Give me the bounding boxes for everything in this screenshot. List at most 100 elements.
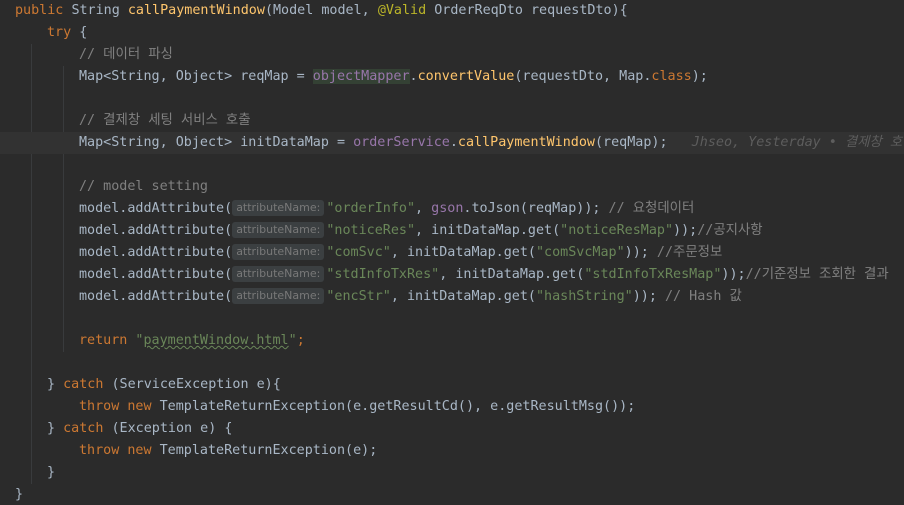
code-line-add-attribute[interactable]: model.addAttribute(attributeName: "comSvc… [79,242,722,264]
brace: } [47,421,64,436]
string-literal: "noticeRes" [326,223,416,238]
code-line-init-data-map[interactable]: Map<String, Object> initDataMap = orderS… [0,132,904,154]
call-middle: , initDataMap.get( [390,245,536,260]
parameter-hint: attributeName: [232,222,325,238]
call-end: )); [673,223,698,238]
comment-request-data: // 요청데이터 [608,201,695,216]
code-line-close-brace[interactable]: } [15,484,23,505]
call-prefix: model.addAttribute( [79,289,233,304]
method-call-convert-value: convertValue [417,69,515,84]
code-line-reqmap[interactable]: Map<String, Object> reqMap = objectMappe… [79,66,708,88]
code-line-try[interactable]: try { [47,22,87,44]
arguments: (requestDto, Map. [514,69,652,84]
call-end: )); [624,245,657,260]
comment-order-info: //주문정보 [656,245,723,260]
code-line-catch-exception[interactable]: } catch (Exception e) { [47,418,232,440]
field-gson: gson [431,201,464,216]
code-line-comment[interactable]: // 결제창 세팅 서비스 호출 [79,110,251,132]
code-line-throw[interactable]: throw new TemplateReturnException(e.getR… [79,396,635,418]
comment-notice: //공지사항 [697,223,763,238]
keyword-catch: catch [63,377,104,392]
keyword-public: public [15,3,64,18]
separator: , [415,201,432,216]
code-line-catch-service[interactable]: } catch (ServiceException e){ [47,374,281,396]
method-name: callPaymentWindow [127,3,265,18]
code-line-add-attribute[interactable]: model.addAttribute(attributeName: "stdInf… [79,264,889,286]
brace: } [15,487,24,502]
code-line-add-attribute[interactable]: model.addAttribute(attributeName: "encStr… [79,286,742,308]
code-line-comment[interactable]: // 데이터 파싱 [79,44,173,66]
parameter-hint: attributeName: [232,200,325,216]
comment-payment-setting: // 결제창 세팅 서비스 호출 [79,113,251,128]
code-line-add-attribute[interactable]: model.addAttribute(attributeName: "notice… [79,220,763,242]
comment-model-setting: // model setting [79,179,208,194]
keyword-new: new [119,399,152,414]
string-literal: "stdInfoTxRes" [326,267,440,282]
call-prefix: model.addAttribute( [79,245,233,260]
keyword-throw: throw [79,399,120,414]
comment-data-parsing: // 데이터 파싱 [79,47,173,62]
string-literal-key: "comSvcMap" [535,245,625,260]
string-literal: "orderInfo" [326,201,416,216]
keyword-class: class [651,69,692,84]
keyword-return: return [79,333,128,348]
code-line-method-signature[interactable]: public String callPaymentWindow(Model mo… [15,0,628,22]
code-line-close-brace[interactable]: } [47,462,55,484]
declaration: Map<String, Object> reqMap = [79,69,313,84]
code-line-return[interactable]: return "paymentWindow.html"; [79,330,305,352]
call-prefix: model.addAttribute( [79,201,233,216]
params-start: (Model model, [264,3,378,18]
call-end: )); [632,289,665,304]
arguments-end: ); [691,69,708,84]
string-literal: "encStr" [326,289,391,304]
code-line-throw[interactable]: throw new TemplateReturnException(e); [79,440,377,462]
brace: { [71,25,88,40]
string-literal-key: "hashString" [535,289,633,304]
method-call-payment-window: callPaymentWindow [457,135,595,150]
field-order-service: orderService [353,135,450,150]
annotation-valid: @Valid [377,3,427,18]
arguments: (reqMap); [594,135,668,150]
string-literal-key: "stdInfoTxResMap" [584,267,722,282]
git-blame-annotation[interactable]: Jhseo, Yesterday • 결제창 호출 [692,135,904,150]
field-object-mapper: objectMapper [312,69,410,84]
return-type: String [71,3,120,18]
comment-standard-info: //기준정보 조회한 결과 [745,267,889,282]
keyword-catch: catch [63,421,104,436]
call-prefix: model.addAttribute( [79,267,233,282]
declaration: Map<String, Object> initDataMap = [79,135,354,150]
brace: } [47,377,64,392]
call-prefix: model.addAttribute( [79,223,233,238]
call-middle: , initDataMap.get( [415,223,561,238]
call-end: )); [721,267,746,282]
call-middle: , initDataMap.get( [439,267,585,282]
dot: . [409,69,418,84]
comment-hash-value: // Hash 값 [664,289,742,304]
string-literal: "comSvc" [326,245,391,260]
throw-expression: TemplateReturnException(e.getResultCd(),… [151,399,636,414]
catch-clause: (Exception e) { [103,421,233,436]
dot: . [449,135,458,150]
code-line-comment[interactable]: // model setting [79,176,208,198]
string-literal-view: paymentWindow.html [143,333,289,348]
parameter-hint: attributeName: [232,244,325,260]
throw-expression: TemplateReturnException(e); [151,443,378,458]
catch-clause: (ServiceException e){ [103,377,281,392]
keyword-try: try [47,25,72,40]
call-middle: , initDataMap.get( [390,289,536,304]
parameter-hint: attributeName: [232,266,325,282]
code-line-add-attribute[interactable]: model.addAttribute(attributeName: "orderI… [79,198,694,220]
keyword-throw: throw [79,443,120,458]
indent-guide [63,66,64,352]
indent-guide [31,44,32,484]
call-rest: .toJson(reqMap)); [463,201,609,216]
code-editor[interactable]: public String callPaymentWindow(Model mo… [0,0,904,505]
keyword-new: new [119,443,152,458]
brace: } [47,465,56,480]
quote-close: " [288,333,297,348]
string-literal-key: "noticeResMap" [560,223,674,238]
params-end: OrderReqDto requestDto){ [426,3,628,18]
quote-open: " [127,333,144,348]
parameter-hint: attributeName: [232,288,325,304]
semicolon: ; [296,333,305,348]
